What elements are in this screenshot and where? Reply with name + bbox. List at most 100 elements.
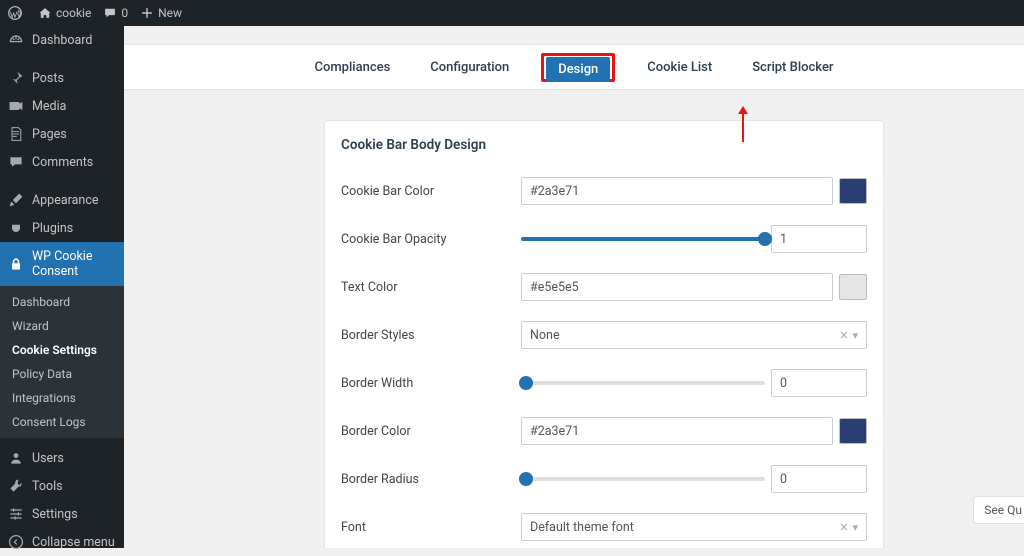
users-icon (8, 450, 24, 466)
border-color-input[interactable] (521, 417, 833, 445)
border-styles-select[interactable]: None ✕ ▾ (521, 321, 867, 349)
field-border-color: Border Color (325, 407, 883, 455)
tab-design[interactable]: Design (546, 57, 610, 82)
submenu-consent-logs[interactable]: Consent Logs (0, 410, 124, 434)
slider-thumb[interactable] (519, 376, 533, 390)
select-value: None (530, 328, 560, 343)
submenu-integrations[interactable]: Integrations (0, 386, 124, 410)
slider-thumb[interactable] (519, 472, 533, 486)
opacity-slider[interactable] (521, 237, 765, 241)
admin-bar: cookie 0 New (0, 0, 1024, 26)
select-value: Default theme font (530, 520, 634, 535)
menu-label: Settings (32, 507, 78, 522)
tab-script-blocker[interactable]: Script Blocker (744, 56, 841, 79)
menu-plugins[interactable]: Plugins (0, 214, 124, 242)
border-width-value[interactable]: 0 (771, 369, 867, 397)
menu-comments[interactable]: Comments (0, 148, 124, 176)
menu-users[interactable]: Users (0, 444, 124, 472)
plus-icon (140, 6, 154, 20)
menu-label: Plugins (32, 221, 73, 236)
menu-label: Media (32, 99, 66, 114)
menu-label: Collapse menu (32, 535, 115, 550)
menu-dashboard[interactable]: Dashboard (0, 26, 124, 54)
plug-icon (8, 220, 24, 236)
border-radius-slider[interactable] (521, 477, 765, 481)
comments-count: 0 (121, 6, 128, 20)
field-label: Border Radius (341, 472, 521, 487)
site-name: cookie (56, 6, 91, 20)
tabs-container: Compliances Configuration Design Cookie … (124, 44, 1024, 90)
menu-label: Posts (32, 71, 64, 86)
chevron-down-icon[interactable]: ▾ (852, 329, 858, 342)
menu-media[interactable]: Media (0, 92, 124, 120)
cookie-bar-color-input[interactable] (521, 177, 833, 205)
field-opacity: Cookie Bar Opacity 1 (325, 215, 883, 263)
design-panel: Cookie Bar Body Design Cookie Bar Color … (324, 120, 884, 548)
menu-appearance[interactable]: Appearance (0, 186, 124, 214)
field-label: Text Color (341, 280, 521, 295)
opacity-value[interactable]: 1 (771, 225, 867, 253)
tab-cookie-list[interactable]: Cookie List (639, 56, 720, 79)
site-link[interactable]: cookie (38, 6, 91, 20)
submenu-cookie-settings[interactable]: Cookie Settings (0, 338, 124, 362)
menu-tools[interactable]: Tools (0, 472, 124, 500)
field-border-width: Border Width 0 (325, 359, 883, 407)
text-color-swatch[interactable] (839, 274, 867, 300)
menu-label: Comments (32, 155, 93, 170)
field-label: Font (341, 520, 521, 535)
new-link[interactable]: New (140, 6, 182, 20)
border-radius-value[interactable]: 0 (771, 465, 867, 493)
comment-icon (103, 6, 117, 20)
media-icon (8, 98, 24, 114)
menu-label: Pages (32, 127, 67, 142)
submenu-policy-data[interactable]: Policy Data (0, 362, 124, 386)
clear-icon[interactable]: ✕ (839, 521, 848, 534)
chevron-down-icon[interactable]: ▾ (852, 521, 858, 534)
tab-configuration[interactable]: Configuration (422, 56, 517, 79)
menu-label: Tools (32, 479, 63, 494)
font-select[interactable]: Default theme font ✕ ▾ (521, 513, 867, 541)
field-border-styles: Border Styles None ✕▾ (325, 311, 883, 359)
field-label: Cookie Bar Color (341, 184, 521, 199)
submenu-wizard[interactable]: Wizard (0, 314, 124, 338)
wp-logo[interactable] (8, 6, 26, 20)
submenu-wp-cookie: Dashboard Wizard Cookie Settings Policy … (0, 286, 124, 438)
highlight-outline: Design (541, 53, 615, 82)
menu-wp-cookie[interactable]: WP Cookie Consent (0, 242, 124, 286)
pages-icon (8, 126, 24, 142)
clear-icon[interactable]: ✕ (839, 329, 848, 342)
panel-title: Cookie Bar Body Design (325, 121, 883, 167)
home-icon (38, 6, 52, 20)
border-color-swatch[interactable] (839, 418, 867, 444)
comments-link[interactable]: 0 (103, 6, 128, 20)
field-label: Border Width (341, 376, 521, 391)
annotation-arrow (742, 112, 744, 142)
submenu-dashboard[interactable]: Dashboard (0, 290, 124, 314)
menu-label: Dashboard (32, 33, 92, 48)
menu-label: Appearance (32, 193, 99, 208)
field-text-color: Text Color (325, 263, 883, 311)
lock-icon (8, 256, 24, 272)
wordpress-icon (8, 6, 22, 20)
text-color-input[interactable] (521, 273, 833, 301)
field-border-radius: Border Radius 0 (325, 455, 883, 503)
field-cookie-bar-color: Cookie Bar Color (325, 167, 883, 215)
wrench-icon (8, 478, 24, 494)
slider-track (521, 237, 765, 241)
brush-icon (8, 192, 24, 208)
help-floater[interactable]: See Qu (973, 496, 1024, 524)
dashboard-icon (8, 32, 24, 48)
tab-compliances[interactable]: Compliances (306, 56, 398, 79)
menu-collapse[interactable]: Collapse menu (0, 528, 124, 556)
menu-settings[interactable]: Settings (0, 500, 124, 528)
comment-icon (8, 154, 24, 170)
cookie-bar-color-swatch[interactable] (839, 178, 867, 204)
field-label: Border Color (341, 424, 521, 439)
pin-icon (8, 70, 24, 86)
admin-sidebar: Dashboard Posts Media Pages Comments App… (0, 26, 124, 548)
slider-thumb[interactable] (758, 232, 772, 246)
menu-pages[interactable]: Pages (0, 120, 124, 148)
menu-posts[interactable]: Posts (0, 64, 124, 92)
border-width-slider[interactable] (521, 381, 765, 385)
field-font: Font Default theme font ✕ ▾ (325, 503, 883, 548)
